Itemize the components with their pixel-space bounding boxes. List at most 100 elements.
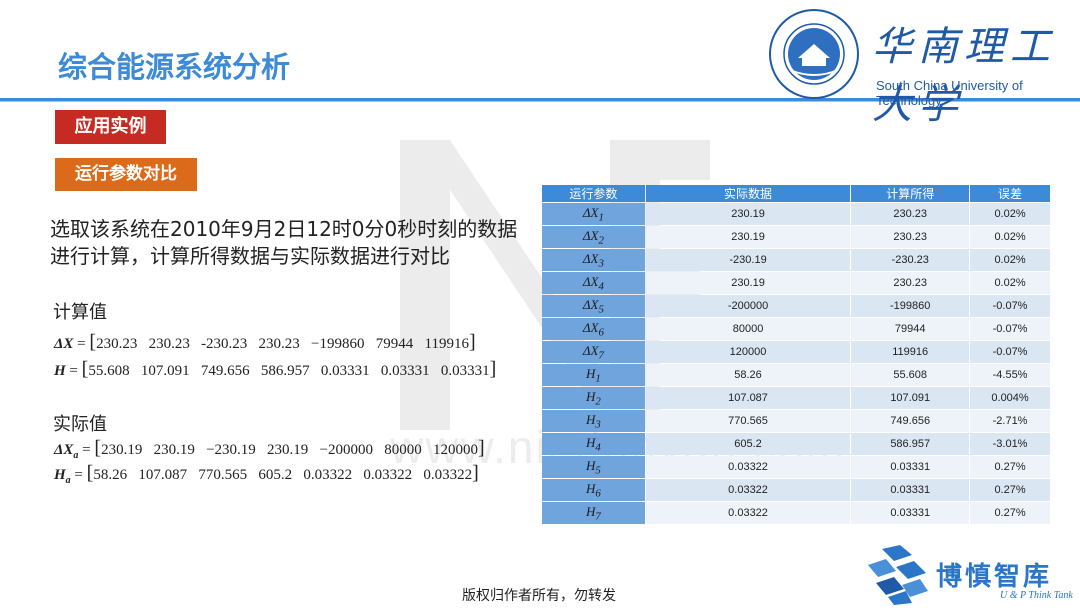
param-cell: ΔX2	[542, 226, 645, 248]
actual-dx-values: 230.19 230.19 −230.19 230.19 −200000 800…	[101, 442, 478, 458]
param-cell: H5	[542, 456, 645, 478]
actual-cell: 0.03322	[645, 502, 851, 524]
calc-cell: 119916	[851, 341, 970, 363]
calc-cell: 230.23	[851, 203, 970, 225]
calc-cell: 230.23	[851, 226, 970, 248]
param-name: ΔX	[582, 227, 599, 243]
actual-h-name: H	[54, 467, 66, 483]
error-cell: 0.27%	[970, 456, 1050, 478]
error-cell: 0.004%	[970, 387, 1050, 409]
calc-cell: 0.03331	[851, 456, 970, 478]
brand-name-en: U & P Think Tank	[1000, 590, 1073, 601]
calc-cell: 749.656	[851, 410, 970, 432]
think-tank-logo-icon	[868, 545, 928, 605]
calc-cell: 55.608	[851, 364, 970, 386]
comparison-table: 运行参数 实际数据 计算所得 误差 ΔX1 230.19 230.23 0.02% Δ…	[541, 184, 1051, 525]
copyright-footer: 版权归作者所有，勿转发	[462, 588, 616, 604]
param-name: H	[585, 388, 596, 404]
param-cell: H7	[542, 502, 645, 524]
table-row: H3 770.565 749.656 -2.71%	[542, 410, 1050, 432]
error-cell: -0.07%	[970, 295, 1050, 317]
param-name: H	[585, 365, 596, 381]
param-name: ΔX	[582, 319, 599, 335]
param-subscript: 5	[595, 464, 601, 477]
actual-dx-subscript: a	[73, 450, 79, 461]
error-cell: 0.27%	[970, 502, 1050, 524]
error-cell: 0.02%	[970, 249, 1050, 271]
section-tag-comparison: 运行参数对比	[55, 158, 197, 191]
table-row: H5 0.03322 0.03331 0.27%	[542, 456, 1050, 478]
calculated-dx-values: 230.23 230.23 -230.23 230.23 −199860 799…	[96, 336, 469, 352]
param-subscript: 5	[598, 303, 604, 316]
param-subscript: 1	[598, 211, 604, 224]
table-row: H4 605.2 586.957 -3.01%	[542, 433, 1050, 455]
calc-cell: 0.03331	[851, 479, 970, 501]
calc-cell: 0.03331	[851, 502, 970, 524]
intro-text: 选取该系统在2010年9月2日12时0分0秒时刻的数据进行计算，计算所得数据与实…	[50, 217, 518, 268]
table-row: H1 58.26 55.608 -4.55%	[542, 364, 1050, 386]
actual-cell: 605.2	[645, 433, 851, 455]
error-cell: 0.02%	[970, 226, 1050, 248]
actual-cell: 0.03322	[645, 479, 851, 501]
actual-cell: 230.19	[645, 226, 851, 248]
param-subscript: 3	[598, 257, 604, 270]
table-body: ΔX1 230.19 230.23 0.02% ΔX2 230.19 230.23 0.02…	[542, 203, 1050, 524]
param-name: ΔX	[582, 342, 599, 358]
actual-h-values: 58.26 107.087 770.565 605.2 0.03322 0.03…	[93, 467, 473, 483]
table-header-row: 运行参数 实际数据 计算所得 误差	[542, 185, 1050, 202]
param-cell: ΔX5	[542, 295, 645, 317]
param-cell: H4	[542, 433, 645, 455]
calculated-h-name: H	[54, 363, 66, 379]
param-name: ΔX	[582, 273, 599, 289]
param-subscript: 7	[598, 349, 604, 362]
calculated-h-values: 55.608 107.091 749.656 586.957 0.03331 0…	[88, 363, 490, 379]
param-subscript: 3	[595, 418, 601, 431]
table-row: ΔX2 230.19 230.23 0.02%	[542, 226, 1050, 248]
header-actual: 实际数据	[645, 185, 851, 202]
param-name: ΔX	[582, 204, 599, 220]
param-cell: ΔX7	[542, 341, 645, 363]
param-cell: H3	[542, 410, 645, 432]
error-cell: 0.02%	[970, 203, 1050, 225]
table-row: ΔX1 230.19 230.23 0.02%	[542, 203, 1050, 225]
page-title: 综合能源系统分析	[58, 50, 291, 84]
error-cell: -3.01%	[970, 433, 1050, 455]
actual-cell: 58.26	[645, 364, 851, 386]
table-row: ΔX6 80000 79944 -0.07%	[542, 318, 1050, 340]
calc-cell: 79944	[851, 318, 970, 340]
param-subscript: 4	[598, 280, 604, 293]
param-name: H	[585, 411, 596, 427]
calc-cell: -199860	[851, 295, 970, 317]
param-name: H	[585, 457, 596, 473]
actual-label: 实际值	[53, 414, 107, 435]
calc-cell: 230.23	[851, 272, 970, 294]
calc-cell: 107.091	[851, 387, 970, 409]
param-subscript: 1	[595, 372, 601, 385]
actual-dx-name: ΔX	[54, 442, 74, 458]
param-subscript: 4	[595, 441, 601, 454]
actual-cell: 80000	[645, 318, 851, 340]
actual-cell: 0.03322	[645, 456, 851, 478]
university-seal-icon	[769, 9, 859, 99]
param-name: ΔX	[582, 250, 599, 266]
calc-cell: -230.23	[851, 249, 970, 271]
param-cell: ΔX1	[542, 203, 645, 225]
actual-cell: 107.087	[645, 387, 851, 409]
actual-cell: -200000	[645, 295, 851, 317]
university-name-en: South China University of Technology	[876, 78, 1023, 108]
param-cell: ΔX4	[542, 272, 645, 294]
error-cell: -4.55%	[970, 364, 1050, 386]
calculated-h-equation: H = [55.608 107.091 749.656 586.957 0.03…	[54, 358, 497, 380]
param-cell: H6	[542, 479, 645, 501]
header-error: 误差	[970, 185, 1050, 202]
actual-cell: 120000	[645, 341, 851, 363]
calculated-label: 计算值	[53, 302, 107, 323]
param-subscript: 6	[598, 326, 604, 339]
table-row: ΔX3 -230.19 -230.23 0.02%	[542, 249, 1050, 271]
actual-h-subscript: a	[65, 475, 71, 486]
table-row: H2 107.087 107.091 0.004%	[542, 387, 1050, 409]
param-subscript: 7	[595, 510, 601, 523]
param-cell: ΔX6	[542, 318, 645, 340]
calculated-dx-equation: ΔX = [230.23 230.23 -230.23 230.23 −1998…	[54, 331, 476, 353]
table-row: ΔX5 -200000 -199860 -0.07%	[542, 295, 1050, 317]
